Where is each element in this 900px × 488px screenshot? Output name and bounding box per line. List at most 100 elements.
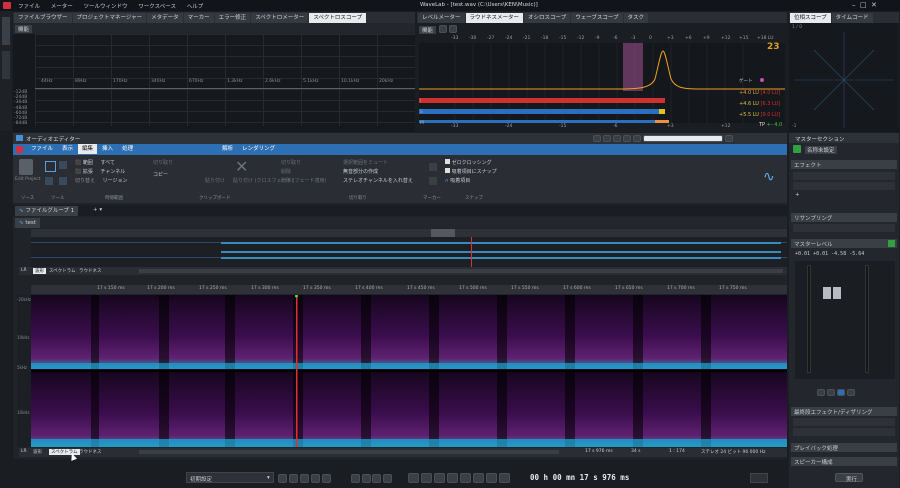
tab-file-browser[interactable]: ファイルブラウザー [14, 13, 72, 23]
menu-help[interactable]: ヘルプ [187, 4, 204, 10]
link-button[interactable] [888, 240, 895, 247]
header-tool-icon[interactable] [612, 135, 621, 142]
tool-select-icon[interactable] [45, 161, 56, 172]
dither-icon[interactable] [817, 389, 825, 396]
maximize-icon[interactable]: □ [860, 1, 867, 9]
final-effect-slot[interactable] [793, 418, 895, 426]
ribbon-tab-edit[interactable]: 編集 [78, 144, 98, 154]
header-tool-icon[interactable] [593, 135, 601, 142]
loudness-function-menu[interactable]: 機能 [419, 26, 437, 34]
mono-icon[interactable] [836, 389, 845, 396]
tab-oscilloscope[interactable]: オシロスコープ [524, 13, 571, 23]
file-tab-test[interactable]: ∿ test [15, 218, 40, 228]
transport-time-display[interactable]: 00 h 00 mn 17 s 976 ms [530, 473, 629, 482]
expand-button[interactable]: 拡張 [83, 169, 93, 175]
ribbon-tab-insert[interactable]: 挿入 [98, 144, 117, 154]
power-icon[interactable] [793, 145, 801, 153]
fast-forward-icon[interactable] [434, 473, 446, 483]
copy-button[interactable]: コピー [153, 172, 168, 178]
resampling-slot[interactable] [793, 224, 895, 232]
snap-magnet-checkbox[interactable] [445, 168, 450, 173]
overview-view-tab-waveform[interactable]: 波形 [33, 268, 46, 274]
loop-icon[interactable] [278, 474, 287, 483]
go-end-icon[interactable] [447, 473, 459, 483]
cut-cut-button[interactable]: 切り取り [281, 159, 327, 168]
tool-pencil-icon[interactable] [59, 161, 67, 169]
marker-icon[interactable] [429, 177, 437, 185]
stop-icon[interactable] [472, 473, 484, 483]
overview-scrollbar[interactable] [139, 269, 783, 273]
lock-icon[interactable] [846, 389, 855, 396]
tab-error-correction[interactable]: エラー修正 [214, 13, 251, 23]
region-button[interactable]: リージョン [103, 178, 128, 184]
render-button[interactable]: 実行 [835, 473, 863, 483]
header-dropdown[interactable] [642, 135, 723, 142]
post-roll-icon[interactable] [310, 474, 320, 483]
cut-button[interactable]: 切り取り [153, 160, 173, 166]
minimize-icon[interactable]: – [852, 1, 856, 9]
make-silence-button[interactable]: 無音部分の作成 [343, 168, 413, 177]
ribbon-tab-process[interactable]: 処理 [118, 144, 137, 154]
mute-selection-button[interactable]: 選択範囲をミュート [343, 159, 413, 168]
tool-speaker-icon[interactable] [59, 177, 67, 185]
record-icon[interactable] [498, 473, 510, 483]
zero-crossing-checkbox[interactable] [445, 159, 450, 164]
view-tab-loudness[interactable]: ラウドネス [79, 449, 102, 455]
go-start-icon[interactable] [408, 473, 420, 483]
function-menu[interactable]: 機能 [15, 25, 33, 33]
delete-x-icon[interactable]: ✕ [235, 157, 248, 176]
skip-back-icon[interactable] [361, 474, 371, 483]
rewind-icon[interactable] [421, 473, 433, 483]
tab-timecode[interactable]: タイムコード [831, 13, 873, 23]
overview-view-tab-loudness[interactable]: ラウドネス [79, 268, 102, 274]
add-file-group-button[interactable]: + ▾ [93, 207, 102, 213]
main-scrollbar[interactable] [139, 450, 559, 454]
speaker-header[interactable]: スピーカー構成 [791, 457, 897, 466]
channel-button[interactable]: チャンネル [100, 169, 125, 175]
ribbon-tab-view[interactable]: 表示 [58, 144, 77, 154]
ribbon-tab-analysis[interactable]: 解析 [218, 144, 237, 154]
file-group-tab[interactable]: ∿ ファイルグループ 1 [15, 206, 79, 216]
all-button[interactable]: すべて [100, 160, 114, 166]
overview-view-tab-spectrum[interactable]: スペクトラム [49, 268, 76, 274]
overview-view-range[interactable] [431, 229, 455, 237]
fader-right-thumb[interactable] [833, 287, 841, 299]
tab-spectroscope[interactable]: スペクトロスコープ [309, 13, 367, 23]
skip-start-icon[interactable] [350, 474, 360, 483]
ribbon-tab-render[interactable]: レンダリング [238, 144, 279, 154]
play-icon[interactable] [485, 473, 497, 483]
tab-markers[interactable]: マーカー [183, 13, 214, 23]
tool-zoom-icon[interactable] [45, 177, 53, 185]
dock-tab-icon[interactable] [2, 17, 10, 45]
marker-icon[interactable] [429, 163, 437, 171]
pre-roll-icon[interactable] [299, 474, 309, 483]
header-tool-icon[interactable] [632, 135, 641, 142]
ribbon-tab-file[interactable]: ファイル [27, 144, 57, 154]
menu-file[interactable]: ファイル [18, 4, 40, 10]
skip-end-icon[interactable] [383, 474, 393, 483]
skip-forward-icon[interactable] [372, 474, 382, 483]
close-icon[interactable]: ✕ [871, 1, 877, 9]
link-icon[interactable] [826, 389, 835, 396]
ribbon-app-icon[interactable] [16, 146, 23, 153]
tab-phase-scope[interactable]: 位相スコープ [790, 13, 831, 23]
tab-level-meter[interactable]: レベルメーター [418, 13, 465, 23]
toggle-button[interactable]: 切り替え [75, 178, 95, 184]
header-tool-icon[interactable] [724, 135, 733, 142]
magnet-items-button[interactable]: 吸着項目 [450, 178, 470, 184]
transport-settings-icon[interactable] [750, 473, 768, 483]
view-tab-waveform[interactable]: 波形 [33, 449, 42, 455]
tab-metadata[interactable]: メタデータ [147, 13, 183, 23]
edit-project-icon[interactable] [19, 159, 33, 175]
play-mode-icon[interactable] [321, 474, 331, 483]
punch-icon[interactable] [288, 474, 298, 483]
tab-spectrometer[interactable]: スペクトロメーター [251, 13, 309, 23]
loop-toggle-icon[interactable] [459, 473, 471, 483]
reset-icon[interactable] [439, 25, 447, 33]
paste-button[interactable]: 貼り付け [205, 177, 225, 184]
dock-tab-icon[interactable] [2, 51, 10, 79]
overview-view-tab-lr[interactable]: LR [21, 268, 27, 273]
range-button[interactable]: 範囲 [83, 160, 93, 166]
edit-project-label[interactable]: Edit Project [15, 177, 41, 182]
view-tab-lr[interactable]: LR [21, 449, 27, 454]
